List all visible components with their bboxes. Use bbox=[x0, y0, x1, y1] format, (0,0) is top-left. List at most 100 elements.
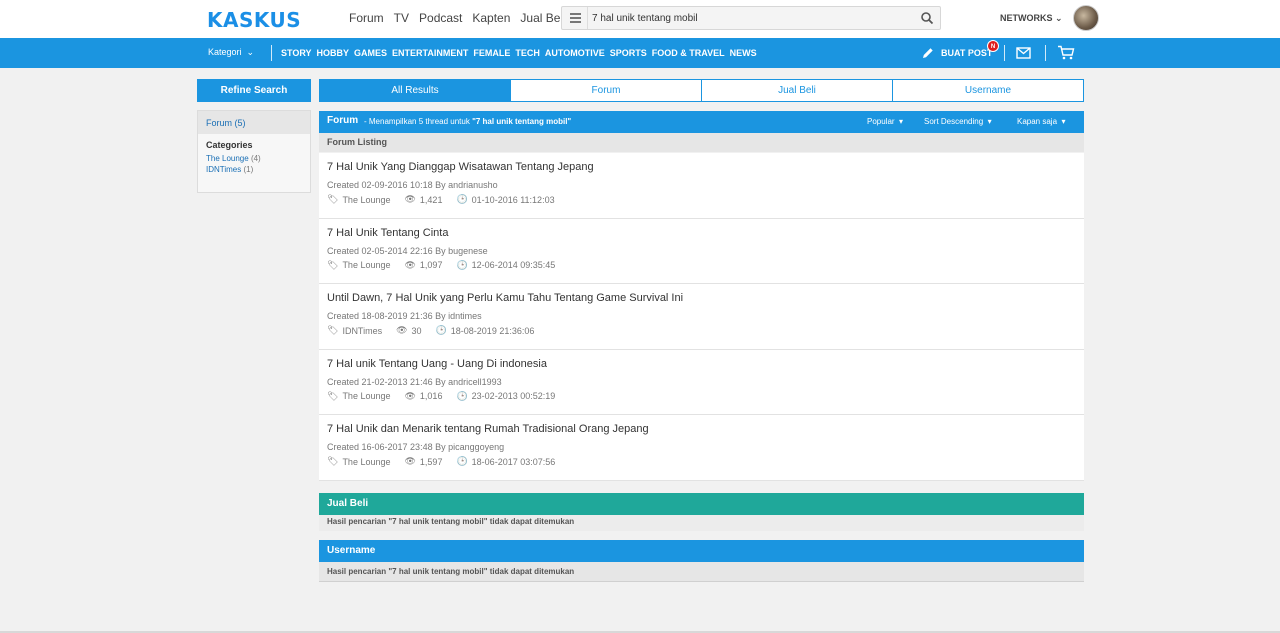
category-sports[interactable]: SPORTS bbox=[610, 48, 647, 58]
thread-row: 7 Hal Unik dan Menarik tentang Rumah Tra… bbox=[319, 415, 1084, 481]
caret-down-icon: ▾ bbox=[899, 117, 904, 126]
eye-icon: 👁 bbox=[404, 456, 416, 467]
search-box bbox=[561, 6, 941, 30]
thread-views: 30 bbox=[411, 325, 422, 336]
buat-post-label: BUAT POST bbox=[941, 48, 993, 58]
jual-beli-empty-message: Hasil pencarian "7 hal unik tentang mobi… bbox=[319, 515, 1084, 531]
tab-jual-beli[interactable]: Jual Beli bbox=[701, 80, 892, 101]
forum-section-header: Forum - Menampilkan 5 thread untuk "7 ha… bbox=[319, 111, 1084, 133]
forum-count-filter[interactable]: Forum (5) bbox=[198, 111, 310, 134]
category-filter-lounge[interactable]: The Lounge (4) bbox=[198, 153, 310, 164]
divider bbox=[1045, 45, 1046, 61]
category-filter-idntimes[interactable]: IDNTimes (1) bbox=[198, 164, 310, 175]
thread-category[interactable]: IDNTimes bbox=[342, 326, 382, 336]
thread-stats: 🏷 The Lounge 👁 1,421 🕒 01-10-2016 11:12:03 bbox=[327, 194, 1076, 205]
networks-label: NETWORKS bbox=[1000, 13, 1053, 23]
thread-row: 7 Hal Unik Yang Dianggap Wisatawan Tenta… bbox=[319, 153, 1084, 219]
thread-last-post: 01-10-2016 11:12:03 bbox=[471, 194, 555, 205]
username-section-title: Username bbox=[319, 540, 1084, 562]
thread-stats: 🏷 IDNTimes 👁 30 🕒 18-08-2019 21:36:06 bbox=[327, 325, 1076, 336]
category-tech[interactable]: TECH bbox=[515, 48, 540, 58]
category-news[interactable]: NEWS bbox=[730, 48, 757, 58]
time-filter-dropdown[interactable]: Kapan saja ▾ bbox=[1017, 117, 1066, 126]
chevron-down-icon: ⌄ bbox=[1055, 13, 1063, 23]
clock-icon: 🕒 bbox=[456, 259, 468, 270]
thread-row: 7 Hal Unik Tentang Cinta Created 02-05-2… bbox=[319, 219, 1084, 285]
avatar[interactable] bbox=[1073, 5, 1099, 31]
category-bar: Kategori ⌄ STORY HOBBY GAMES ENTERTAINME… bbox=[0, 38, 1280, 68]
forum-section-title: Forum bbox=[327, 115, 359, 126]
thread-views: 1,597 bbox=[419, 456, 443, 467]
thread-title[interactable]: Until Dawn, 7 Hal Unik yang Perlu Kamu T… bbox=[327, 292, 1076, 304]
thread-title[interactable]: 7 Hal Unik Yang Dianggap Wisatawan Tenta… bbox=[327, 161, 1076, 173]
divider bbox=[1004, 45, 1005, 61]
thread-last-post: 23-02-2013 00:52:19 bbox=[471, 391, 556, 402]
tab-username[interactable]: Username bbox=[892, 80, 1083, 101]
clock-icon: 🕒 bbox=[456, 456, 468, 467]
refine-search-button[interactable]: Refine Search bbox=[197, 79, 311, 102]
clock-icon: 🕒 bbox=[456, 194, 468, 204]
sort-popular-label: Popular bbox=[867, 117, 895, 126]
category-story[interactable]: STORY bbox=[281, 48, 312, 58]
result-tabs: All Results Forum Jual Beli Username bbox=[319, 79, 1084, 102]
thread-category[interactable]: The Lounge bbox=[342, 391, 390, 401]
category-entertainment[interactable]: ENTERTAINMENT bbox=[392, 48, 468, 58]
logo-text: KASKUS bbox=[207, 8, 302, 32]
tab-forum[interactable]: Forum bbox=[510, 80, 701, 101]
nav-tv[interactable]: TV bbox=[394, 11, 409, 25]
thread-created: Created 21-02-2013 21:46 By andricell199… bbox=[327, 376, 502, 387]
thread-row: Until Dawn, 7 Hal Unik yang Perlu Kamu T… bbox=[319, 284, 1084, 350]
kategori-dropdown[interactable]: Kategori ⌄ bbox=[208, 47, 254, 58]
thread-category[interactable]: The Lounge bbox=[342, 260, 390, 270]
thread-stats: 🏷 The Lounge 👁 1,016 🕒 23-02-2013 00:52:19 bbox=[327, 391, 1076, 402]
category-games[interactable]: GAMES bbox=[354, 48, 387, 58]
tag-icon: 🏷 bbox=[327, 456, 339, 467]
networks-dropdown[interactable]: NETWORKS ⌄ bbox=[1000, 13, 1063, 24]
thread-created: Created 02-05-2014 22:16 By bugenese bbox=[327, 245, 488, 256]
category-food-travel[interactable]: FOOD & TRAVEL bbox=[652, 48, 725, 58]
kaskus-logo[interactable]: KASKUS bbox=[207, 8, 301, 32]
desc-prefix: - Menampilkan 5 thread untuk bbox=[364, 117, 470, 126]
refine-panel: Forum (5) Categories The Lounge (4) IDNT… bbox=[197, 110, 311, 193]
thread-list: 7 Hal Unik Yang Dianggap Wisatawan Tenta… bbox=[319, 153, 1084, 481]
tab-all-results[interactable]: All Results bbox=[320, 80, 510, 101]
nav-forum[interactable]: Forum bbox=[349, 11, 384, 25]
category-automotive[interactable]: AUTOMOTIVE bbox=[545, 48, 605, 58]
thread-created: Created 16-06-2017 23:48 By picanggoyeng bbox=[327, 442, 505, 453]
tag-icon: 🏷 bbox=[327, 325, 339, 336]
pencil-icon bbox=[923, 48, 933, 58]
caret-down-icon: ▾ bbox=[987, 117, 992, 126]
forum-section-desc: - Menampilkan 5 thread untuk "7 hal unik… bbox=[364, 117, 571, 126]
mail-icon[interactable] bbox=[1016, 47, 1031, 59]
clock-icon: 🕒 bbox=[456, 390, 468, 401]
sort-order-dropdown[interactable]: Sort Descending ▾ bbox=[924, 117, 992, 126]
thread-row: 7 Hal unik Tentang Uang - Uang Di indone… bbox=[319, 350, 1084, 416]
thread-title[interactable]: 7 Hal unik Tentang Uang - Uang Di indone… bbox=[327, 358, 1076, 370]
nav-jual-beli[interactable]: Jual Beli bbox=[520, 11, 565, 25]
eye-icon: 👁 bbox=[404, 194, 416, 204]
category-female[interactable]: FEMALE bbox=[473, 48, 510, 58]
thread-title[interactable]: 7 Hal Unik Tentang Cinta bbox=[327, 227, 1076, 239]
jual-beli-section-title: Jual Beli bbox=[319, 493, 1084, 515]
nav-kapten[interactable]: Kapten bbox=[472, 11, 510, 25]
category-hobby[interactable]: HOBBY bbox=[317, 48, 350, 58]
buat-post-button[interactable]: BUAT POST bbox=[921, 46, 992, 60]
cart-icon[interactable] bbox=[1057, 45, 1075, 60]
search-icon[interactable] bbox=[920, 11, 934, 25]
thread-last-post: 18-06-2017 03:07:56 bbox=[471, 456, 556, 467]
thread-title[interactable]: 7 Hal Unik dan Menarik tentang Rumah Tra… bbox=[327, 423, 1076, 435]
menu-icon[interactable] bbox=[562, 7, 588, 29]
divider bbox=[271, 45, 272, 61]
nav-podcast[interactable]: Podcast bbox=[419, 11, 462, 25]
sort-popular-dropdown[interactable]: Popular ▾ bbox=[867, 117, 903, 126]
thread-category[interactable]: The Lounge bbox=[342, 457, 390, 467]
thread-category[interactable]: The Lounge bbox=[342, 195, 390, 205]
category-filter-count: (4) bbox=[250, 154, 261, 163]
search-input[interactable] bbox=[592, 9, 912, 27]
top-header: KASKUS Forum TV Podcast Kapten Jual Beli… bbox=[0, 0, 1280, 38]
thread-last-post: 18-08-2019 21:36:06 bbox=[450, 325, 535, 336]
thread-views: 1,016 bbox=[419, 391, 443, 402]
clock-icon: 🕒 bbox=[435, 325, 447, 336]
tag-icon: 🏷 bbox=[327, 194, 339, 204]
thread-views: 1,421 bbox=[419, 194, 443, 205]
